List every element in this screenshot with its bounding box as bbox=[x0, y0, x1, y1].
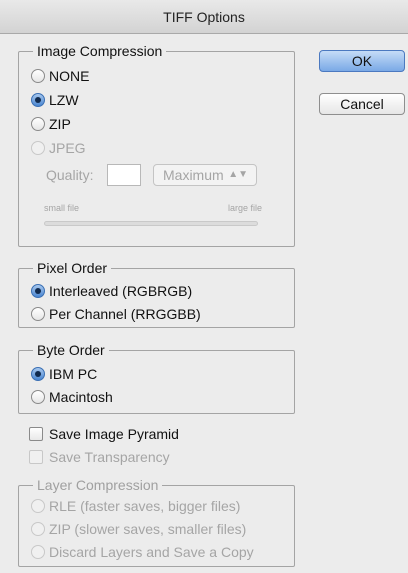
byte-order-legend: Byte Order bbox=[37, 342, 105, 358]
quality-select-value: Maximum bbox=[163, 167, 224, 183]
compression-zip-radio[interactable]: ZIP bbox=[31, 114, 71, 134]
layer-compression-discard-radio[interactable]: Discard Layers and Save a Copy bbox=[31, 542, 254, 562]
pixel-order-per-channel-radio[interactable]: Per Channel (RRGGBB) bbox=[31, 304, 201, 324]
pixel-order-per-channel-label: Per Channel (RRGGBB) bbox=[49, 306, 201, 322]
compression-none-radio[interactable]: NONE bbox=[31, 66, 89, 86]
radio-selected-icon bbox=[31, 284, 45, 298]
pixel-order-legend: Pixel Order bbox=[37, 260, 108, 276]
compression-lzw-label: LZW bbox=[49, 92, 79, 108]
save-image-pyramid-label: Save Image Pyramid bbox=[49, 426, 179, 442]
byte-order-ibm-pc-label: IBM PC bbox=[49, 366, 98, 382]
small-file-label: small file bbox=[44, 203, 80, 213]
window-title: TIFF Options bbox=[0, 0, 408, 34]
quality-slider[interactable] bbox=[44, 221, 258, 226]
quality-label: Quality: bbox=[46, 167, 94, 183]
byte-order-macintosh-radio[interactable]: Macintosh bbox=[31, 387, 113, 407]
layer-compression-rle-label: RLE (faster saves, bigger files) bbox=[49, 498, 241, 514]
layer-compression-zip-radio[interactable]: ZIP (slower saves, smaller files) bbox=[31, 519, 246, 539]
compression-zip-label: ZIP bbox=[49, 116, 71, 132]
save-image-pyramid-checkbox[interactable]: Save Image Pyramid bbox=[29, 424, 179, 444]
checkbox-icon bbox=[29, 427, 43, 441]
layer-compression-legend: Layer Compression bbox=[37, 477, 159, 493]
compression-lzw-radio[interactable]: LZW bbox=[31, 90, 79, 110]
checkbox-icon bbox=[29, 450, 43, 464]
layer-compression-rle-radio[interactable]: RLE (faster saves, bigger files) bbox=[31, 496, 240, 516]
cancel-button[interactable]: Cancel bbox=[319, 93, 405, 115]
byte-order-ibm-pc-radio[interactable]: IBM PC bbox=[31, 364, 97, 384]
quality-input[interactable] bbox=[107, 164, 141, 186]
radio-icon bbox=[31, 117, 45, 131]
radio-selected-icon bbox=[31, 93, 45, 107]
layer-compression-discard-label: Discard Layers and Save a Copy bbox=[49, 544, 254, 560]
save-transparency-checkbox[interactable]: Save Transparency bbox=[29, 447, 170, 467]
layer-compression-zip-label: ZIP (slower saves, smaller files) bbox=[49, 521, 247, 537]
large-file-label: large file bbox=[228, 203, 263, 213]
radio-selected-icon bbox=[31, 367, 45, 381]
image-compression-legend: Image Compression bbox=[37, 43, 163, 59]
compression-jpeg-radio[interactable]: JPEG bbox=[31, 138, 86, 158]
compression-jpeg-label: JPEG bbox=[49, 140, 86, 156]
radio-icon bbox=[31, 522, 45, 536]
byte-order-macintosh-label: Macintosh bbox=[49, 389, 113, 405]
save-transparency-label: Save Transparency bbox=[49, 449, 170, 465]
radio-icon bbox=[31, 390, 45, 404]
pixel-order-interleaved-radio[interactable]: Interleaved (RGBRGB) bbox=[31, 281, 192, 301]
quality-select[interactable]: Maximum ▲▼ bbox=[153, 164, 257, 186]
radio-icon bbox=[31, 545, 45, 559]
pixel-order-interleaved-label: Interleaved (RGBRGB) bbox=[49, 283, 193, 299]
radio-icon bbox=[31, 499, 45, 513]
compression-none-label: NONE bbox=[49, 68, 90, 84]
updown-arrows-icon: ▲▼ bbox=[228, 169, 248, 180]
ok-button[interactable]: OK bbox=[319, 50, 405, 72]
radio-icon bbox=[31, 141, 45, 155]
radio-icon bbox=[31, 307, 45, 321]
radio-icon bbox=[31, 69, 45, 83]
